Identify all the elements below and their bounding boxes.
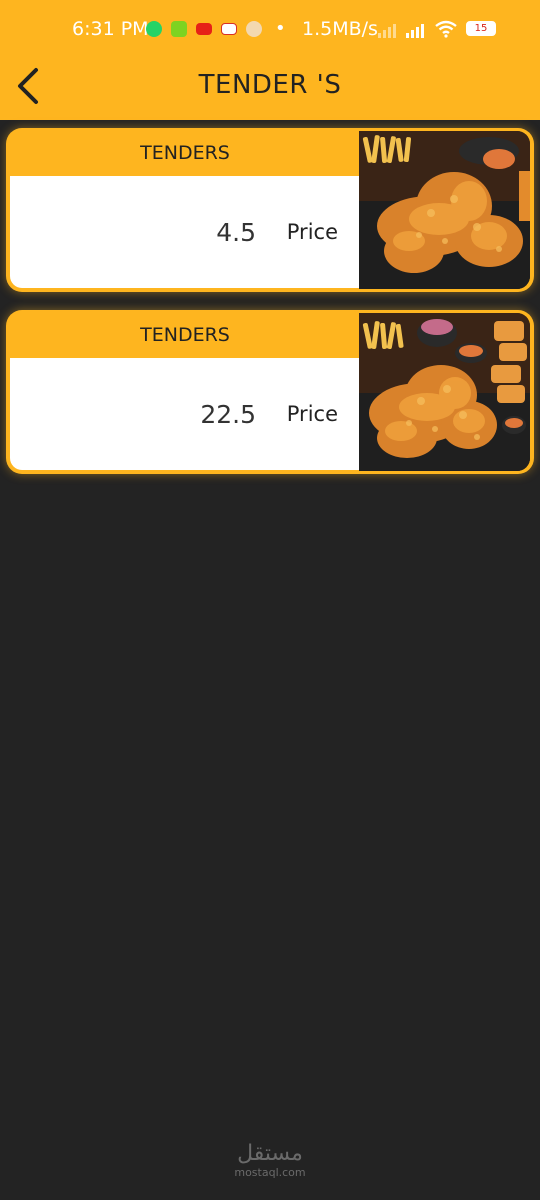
- watermark-logo: مستقل mostaql.com: [220, 1141, 320, 1180]
- whatsapp-icon: [146, 21, 162, 37]
- item-price-label: Price: [286, 402, 338, 426]
- item-price: 22.5: [200, 400, 256, 429]
- status-time: 6:31 PM: [72, 18, 149, 40]
- status-bar: 6:31 PM • 1.5MB/s 15: [0, 0, 540, 58]
- watermark-latin: mostaql.com: [234, 1166, 306, 1179]
- app-bar: TENDER 'S: [0, 58, 540, 120]
- item-info-panel: 22.5 Price: [10, 358, 360, 470]
- app-circle-icon: [246, 21, 262, 37]
- item-info-panel: 4.5 Price: [10, 176, 360, 288]
- item-price-label: Price: [286, 220, 338, 244]
- app-d-icon: [171, 21, 187, 37]
- item-photo: [359, 313, 530, 471]
- item-name: TENDERS: [140, 324, 230, 346]
- watermark-arabic: مستقل: [237, 1141, 303, 1166]
- item-price: 4.5: [216, 218, 256, 247]
- wifi-icon: [435, 20, 457, 38]
- item-name: TENDERS: [140, 142, 230, 164]
- fried-chicken-platter-photo: [359, 313, 530, 471]
- menu-item-card[interactable]: TENDERS 22.5 Price: [6, 310, 534, 474]
- item-photo: [359, 131, 530, 289]
- gmail-icon: [221, 23, 237, 35]
- network-speed: 1.5MB/s: [302, 18, 378, 40]
- notification-icons: [146, 21, 262, 37]
- status-separator: •: [275, 18, 286, 39]
- signal-sim1-icon: [378, 24, 396, 38]
- battery-icon: 15: [466, 21, 496, 36]
- signal-icons: [378, 20, 458, 38]
- page-title: TENDER 'S: [198, 70, 342, 100]
- menu-item-card[interactable]: TENDERS 4.5 Price: [6, 128, 534, 292]
- fried-chicken-photo: [359, 131, 530, 289]
- youtube-icon: [196, 23, 212, 35]
- signal-sim2-icon: [406, 24, 424, 38]
